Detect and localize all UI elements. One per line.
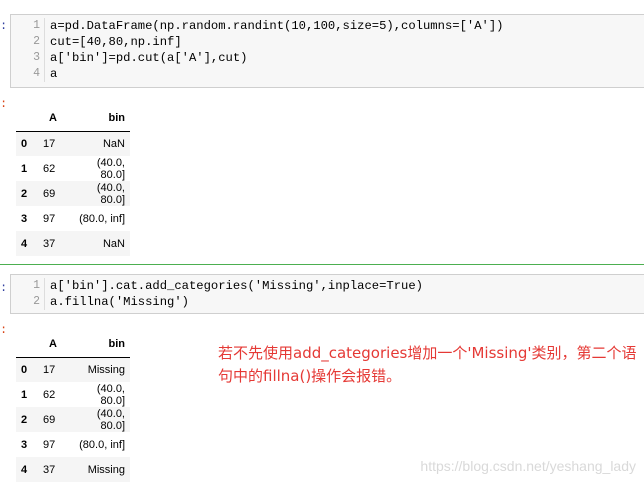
line-number: 2: [11, 34, 45, 50]
table-row: 2 69 (40.0, 80.0]: [16, 181, 130, 206]
cell-bin: NaN: [102, 237, 125, 250]
row-index: 3: [21, 212, 28, 225]
row-index: 2: [21, 187, 28, 200]
table-row: 4 37 Missing: [16, 457, 130, 482]
cell-divider: [0, 264, 644, 265]
cell-a: 62: [43, 162, 56, 175]
column-header-bin: bin: [68, 332, 130, 358]
index-header: [16, 332, 38, 358]
cell-bin: (80.0, inf]: [79, 212, 125, 225]
cell-bin: Missing: [87, 463, 125, 476]
cell-bin: NaN: [102, 137, 125, 150]
output-prompt-marker: :: [0, 323, 8, 337]
row-index: 0: [21, 137, 28, 150]
code-text[interactable]: cut=[40,80,np.inf]: [45, 34, 182, 50]
watermark-text: https://blog.csdn.net/yeshang_lady: [420, 458, 636, 474]
table-row: 1 62 (40.0, 80.0]: [16, 156, 130, 181]
code-line[interactable]: 1 a=pd.DataFrame(np.random.randint(10,100…: [11, 18, 644, 34]
cell-bin: (40.0, 80.0]: [96, 181, 125, 206]
dataframe-output-1: A bin 0 17 NaN 1 62 (40.0, 80.0] 2 69 (40.0, 80.…: [16, 106, 130, 256]
cell-bin: Missing: [87, 363, 125, 376]
code-line[interactable]: 2 cut=[40,80,np.inf]: [11, 34, 644, 50]
table-row: 0 17 Missing: [16, 357, 130, 382]
input-prompt-marker: :: [0, 281, 8, 295]
output-prompt-marker: :: [0, 97, 8, 111]
code-line[interactable]: 3 a['bin']=pd.cut(a['A'],cut): [11, 50, 644, 66]
code-text[interactable]: a['bin'].cat.add_categories('Missing',in…: [45, 278, 423, 294]
cell-a: 17: [43, 137, 56, 150]
cell-bin: (40.0, 80.0]: [96, 407, 125, 432]
row-index: 1: [21, 388, 28, 401]
table-row: 2 69 (40.0, 80.0]: [16, 407, 130, 432]
dataframe-output-2: A bin 0 17 Missing 1 62 (40.0, 80.0] 2 69 (40.0,…: [16, 332, 130, 482]
code-text[interactable]: a['bin']=pd.cut(a['A'],cut): [45, 50, 247, 66]
code-text[interactable]: a: [45, 66, 57, 82]
row-index: 0: [21, 363, 28, 376]
line-number: 3: [11, 50, 45, 66]
line-number: 4: [11, 66, 45, 82]
code-line[interactable]: 2 a.fillna('Missing'): [11, 294, 644, 310]
row-index: 3: [21, 438, 28, 451]
table-row: 3 97 (80.0, inf]: [16, 432, 130, 457]
code-text[interactable]: a=pd.DataFrame(np.random.randint(10,100,…: [45, 18, 503, 34]
input-prompt-marker: :: [0, 19, 8, 33]
cell-a: 97: [43, 212, 56, 225]
table-row: 1 62 (40.0, 80.0]: [16, 382, 130, 407]
column-header-a: A: [38, 106, 68, 132]
row-index: 1: [21, 162, 28, 175]
cell-a: 62: [43, 388, 56, 401]
code-cell-1[interactable]: 1 a=pd.DataFrame(np.random.randint(10,100…: [10, 14, 644, 88]
cell-a: 37: [43, 237, 56, 250]
annotation-note: 若不先使用add_categories增加一个'Missing'类别，第二个语句…: [218, 344, 637, 385]
line-number: 1: [11, 18, 45, 34]
table-row: 0 17 NaN: [16, 131, 130, 156]
code-line[interactable]: 1 a['bin'].cat.add_categories('Missing',i…: [11, 278, 644, 294]
cell-bin: (80.0, inf]: [79, 438, 125, 451]
line-number: 2: [11, 294, 45, 310]
code-line[interactable]: 4a: [11, 66, 644, 82]
table-row: 4 37 NaN: [16, 231, 130, 256]
row-index: 4: [21, 463, 28, 476]
column-header-a: A: [38, 332, 68, 358]
column-header-bin: bin: [68, 106, 130, 132]
cell-a: 17: [43, 363, 56, 376]
cell-a: 97: [43, 438, 56, 451]
cell-bin: (40.0, 80.0]: [96, 156, 125, 181]
table-row: 3 97 (80.0, inf]: [16, 206, 130, 231]
code-text[interactable]: a.fillna('Missing'): [45, 294, 189, 310]
line-number: 1: [11, 278, 45, 294]
cell-bin: (40.0, 80.0]: [96, 382, 125, 407]
index-header: [16, 106, 38, 132]
row-index: 4: [21, 237, 28, 250]
cell-a: 69: [43, 187, 56, 200]
cell-a: 37: [43, 463, 56, 476]
code-cell-2[interactable]: 1 a['bin'].cat.add_categories('Missing',i…: [10, 274, 644, 314]
row-index: 2: [21, 413, 28, 426]
cell-a: 69: [43, 413, 56, 426]
